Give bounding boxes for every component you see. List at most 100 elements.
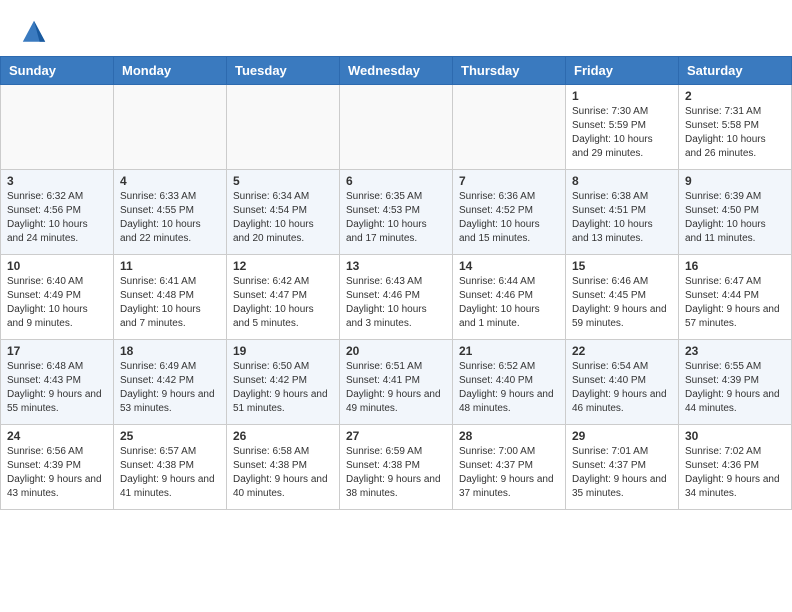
calendar-cell: 16 Sunrise: 6:47 AM Sunset: 4:44 PM Dayli… (679, 255, 792, 340)
calendar-cell: 28 Sunrise: 7:00 AM Sunset: 4:37 PM Dayli… (453, 425, 566, 510)
day-info: Sunrise: 6:58 AM Sunset: 4:38 PM Dayligh… (233, 445, 333, 501)
day-info: Sunrise: 6:32 AM Sunset: 4:56 PM Dayligh… (7, 190, 107, 246)
calendar-cell: 3 Sunrise: 6:32 AM Sunset: 4:56 PM Daylig… (1, 170, 114, 255)
day-number: 18 (120, 344, 220, 358)
day-info: Sunrise: 6:49 AM Sunset: 4:42 PM Dayligh… (120, 360, 220, 416)
calendar-cell (340, 85, 453, 170)
day-number: 13 (346, 259, 446, 273)
header (0, 0, 792, 56)
calendar-week-row: 17 Sunrise: 6:48 AM Sunset: 4:43 PM Dayli… (1, 340, 792, 425)
day-info: Sunrise: 7:30 AM Sunset: 5:59 PM Dayligh… (572, 105, 672, 161)
calendar-cell: 12 Sunrise: 6:42 AM Sunset: 4:47 PM Dayli… (227, 255, 340, 340)
calendar-cell: 4 Sunrise: 6:33 AM Sunset: 4:55 PM Daylig… (114, 170, 227, 255)
calendar-header-thursday: Thursday (453, 57, 566, 85)
day-info: Sunrise: 6:52 AM Sunset: 4:40 PM Dayligh… (459, 360, 559, 416)
day-number: 3 (7, 174, 107, 188)
day-info: Sunrise: 6:38 AM Sunset: 4:51 PM Dayligh… (572, 190, 672, 246)
calendar-cell: 20 Sunrise: 6:51 AM Sunset: 4:41 PM Dayli… (340, 340, 453, 425)
day-info: Sunrise: 7:00 AM Sunset: 4:37 PM Dayligh… (459, 445, 559, 501)
calendar-cell: 21Sunrise: 6:52 AM Sunset: 4:40 PM Dayli… (453, 340, 566, 425)
day-number: 15 (572, 259, 672, 273)
day-number: 25 (120, 429, 220, 443)
calendar-cell: 25 Sunrise: 6:57 AM Sunset: 4:38 PM Dayli… (114, 425, 227, 510)
calendar-cell: 1 Sunrise: 7:30 AM Sunset: 5:59 PM Daylig… (566, 85, 679, 170)
day-number: 22 (572, 344, 672, 358)
calendar-cell: 18 Sunrise: 6:49 AM Sunset: 4:42 PM Dayli… (114, 340, 227, 425)
day-info: Sunrise: 6:48 AM Sunset: 4:43 PM Dayligh… (7, 360, 107, 416)
calendar-week-row: 24 Sunrise: 6:56 AM Sunset: 4:39 PM Dayli… (1, 425, 792, 510)
day-info: Sunrise: 6:56 AM Sunset: 4:39 PM Dayligh… (7, 445, 107, 501)
day-number: 29 (572, 429, 672, 443)
calendar-cell: 5 Sunrise: 6:34 AM Sunset: 4:54 PM Daylig… (227, 170, 340, 255)
day-info: Sunrise: 7:01 AM Sunset: 4:37 PM Dayligh… (572, 445, 672, 501)
day-info: Sunrise: 6:47 AM Sunset: 4:44 PM Dayligh… (685, 275, 785, 331)
calendar-cell: 29 Sunrise: 7:01 AM Sunset: 4:37 PM Dayli… (566, 425, 679, 510)
day-info: Sunrise: 6:33 AM Sunset: 4:55 PM Dayligh… (120, 190, 220, 246)
day-number: 9 (685, 174, 785, 188)
calendar-cell: 14 Sunrise: 6:44 AM Sunset: 4:46 PM Dayli… (453, 255, 566, 340)
day-info: Sunrise: 6:59 AM Sunset: 4:38 PM Dayligh… (346, 445, 446, 501)
day-number: 28 (459, 429, 559, 443)
calendar-header-tuesday: Tuesday (227, 57, 340, 85)
day-info: Sunrise: 6:55 AM Sunset: 4:39 PM Dayligh… (685, 360, 785, 416)
calendar-cell: 7Sunrise: 6:36 AM Sunset: 4:52 PM Daylig… (453, 170, 566, 255)
day-number: 6 (346, 174, 446, 188)
day-number: 14 (459, 259, 559, 273)
day-info: Sunrise: 6:44 AM Sunset: 4:46 PM Dayligh… (459, 275, 559, 331)
logo-icon (20, 18, 48, 46)
day-number: 7 (459, 174, 559, 188)
day-number: 4 (120, 174, 220, 188)
calendar-cell: 15 Sunrise: 6:46 AM Sunset: 4:45 PM Dayli… (566, 255, 679, 340)
calendar-week-row: 1 Sunrise: 7:30 AM Sunset: 5:59 PM Daylig… (1, 85, 792, 170)
day-info: Sunrise: 6:50 AM Sunset: 4:42 PM Dayligh… (233, 360, 333, 416)
calendar-cell: 24 Sunrise: 6:56 AM Sunset: 4:39 PM Dayli… (1, 425, 114, 510)
day-info: Sunrise: 7:31 AM Sunset: 5:58 PM Dayligh… (685, 105, 785, 161)
day-info: Sunrise: 6:43 AM Sunset: 4:46 PM Dayligh… (346, 275, 446, 331)
calendar-cell: 13 Sunrise: 6:43 AM Sunset: 4:46 PM Dayli… (340, 255, 453, 340)
day-info: Sunrise: 6:54 AM Sunset: 4:40 PM Dayligh… (572, 360, 672, 416)
calendar-header-saturday: Saturday (679, 57, 792, 85)
calendar-cell: 6Sunrise: 6:35 AM Sunset: 4:53 PM Daylig… (340, 170, 453, 255)
day-number: 23 (685, 344, 785, 358)
day-info: Sunrise: 6:51 AM Sunset: 4:41 PM Dayligh… (346, 360, 446, 416)
day-number: 17 (7, 344, 107, 358)
day-number: 24 (7, 429, 107, 443)
day-number: 16 (685, 259, 785, 273)
calendar-header-monday: Monday (114, 57, 227, 85)
day-number: 12 (233, 259, 333, 273)
day-number: 5 (233, 174, 333, 188)
calendar-cell (114, 85, 227, 170)
calendar-header-friday: Friday (566, 57, 679, 85)
calendar-cell: 26 Sunrise: 6:58 AM Sunset: 4:38 PM Dayli… (227, 425, 340, 510)
calendar-cell (453, 85, 566, 170)
day-number: 27 (346, 429, 446, 443)
calendar-table: SundayMondayTuesdayWednesdayThursdayFrid… (0, 56, 792, 510)
day-number: 2 (685, 89, 785, 103)
day-number: 8 (572, 174, 672, 188)
day-number: 1 (572, 89, 672, 103)
day-info: Sunrise: 6:41 AM Sunset: 4:48 PM Dayligh… (120, 275, 220, 331)
calendar-cell: 22 Sunrise: 6:54 AM Sunset: 4:40 PM Dayli… (566, 340, 679, 425)
calendar-cell: 30 Sunrise: 7:02 AM Sunset: 4:36 PM Dayli… (679, 425, 792, 510)
day-number: 10 (7, 259, 107, 273)
day-number: 30 (685, 429, 785, 443)
day-number: 26 (233, 429, 333, 443)
day-number: 20 (346, 344, 446, 358)
day-info: Sunrise: 6:46 AM Sunset: 4:45 PM Dayligh… (572, 275, 672, 331)
calendar-cell: 27 Sunrise: 6:59 AM Sunset: 4:38 PM Dayli… (340, 425, 453, 510)
day-number: 11 (120, 259, 220, 273)
calendar-cell: 19Sunrise: 6:50 AM Sunset: 4:42 PM Dayli… (227, 340, 340, 425)
calendar-header-row: SundayMondayTuesdayWednesdayThursdayFrid… (1, 57, 792, 85)
calendar-cell: 8 Sunrise: 6:38 AM Sunset: 4:51 PM Daylig… (566, 170, 679, 255)
day-info: Sunrise: 7:02 AM Sunset: 4:36 PM Dayligh… (685, 445, 785, 501)
calendar-cell: 17 Sunrise: 6:48 AM Sunset: 4:43 PM Dayli… (1, 340, 114, 425)
day-info: Sunrise: 6:57 AM Sunset: 4:38 PM Dayligh… (120, 445, 220, 501)
calendar-week-row: 3 Sunrise: 6:32 AM Sunset: 4:56 PM Daylig… (1, 170, 792, 255)
logo (20, 18, 52, 46)
day-info: Sunrise: 6:39 AM Sunset: 4:50 PM Dayligh… (685, 190, 785, 246)
day-info: Sunrise: 6:42 AM Sunset: 4:47 PM Dayligh… (233, 275, 333, 331)
calendar-cell: 11 Sunrise: 6:41 AM Sunset: 4:48 PM Dayli… (114, 255, 227, 340)
calendar-cell (1, 85, 114, 170)
day-info: Sunrise: 6:34 AM Sunset: 4:54 PM Dayligh… (233, 190, 333, 246)
day-info: Sunrise: 6:40 AM Sunset: 4:49 PM Dayligh… (7, 275, 107, 331)
